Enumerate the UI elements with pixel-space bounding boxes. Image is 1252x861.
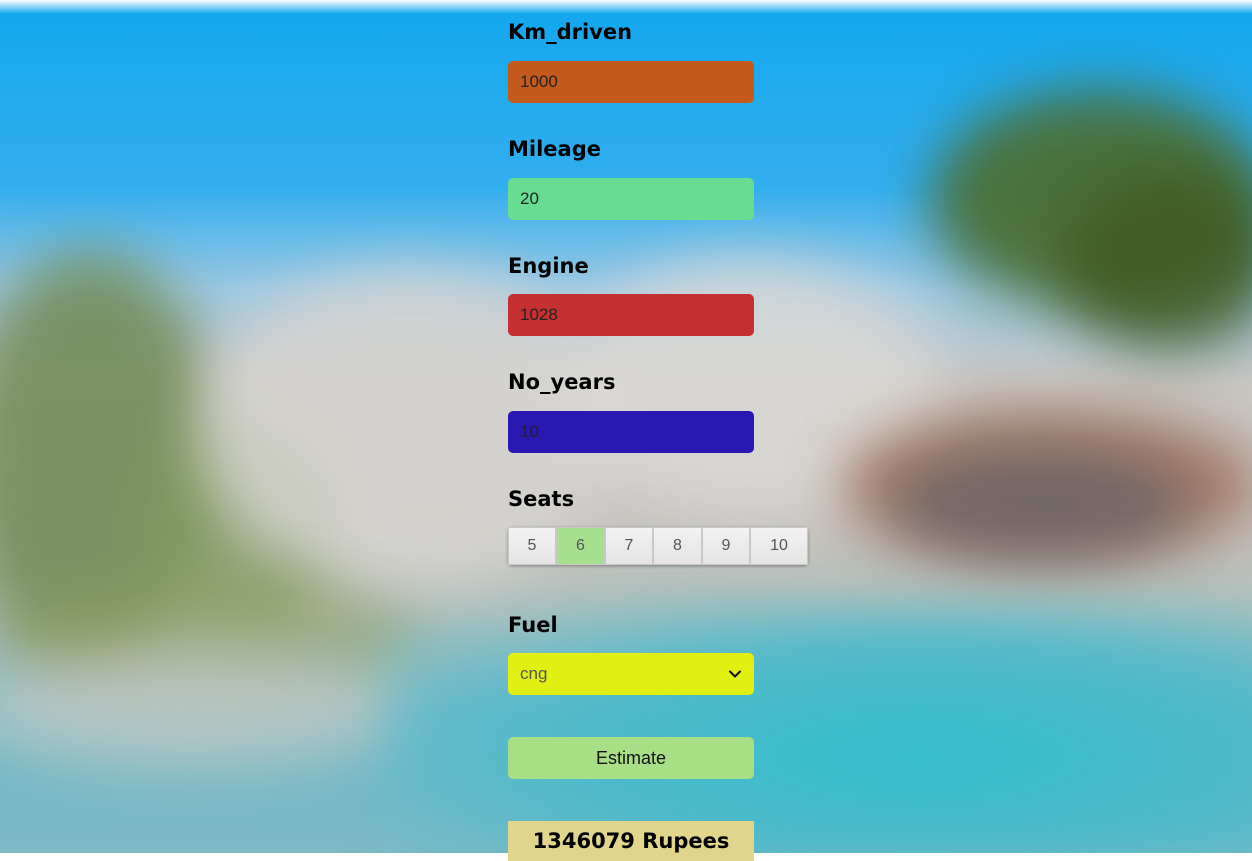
km-driven-label: Km_driven xyxy=(508,20,633,44)
seats-button-group: 5 6 7 8 9 10 xyxy=(508,527,808,565)
seat-option-6[interactable]: 6 xyxy=(556,527,605,565)
no-years-input[interactable] xyxy=(508,411,754,453)
engine-label: Engine xyxy=(508,254,589,278)
estimate-button[interactable]: Estimate xyxy=(508,737,754,779)
engine-input[interactable] xyxy=(508,294,754,336)
fuel-label: Fuel xyxy=(508,613,558,637)
seat-option-5[interactable]: 5 xyxy=(508,527,556,565)
mileage-label: Mileage xyxy=(508,137,601,161)
fuel-selected-value: cng xyxy=(520,664,548,683)
seat-option-8[interactable]: 8 xyxy=(653,527,702,565)
seat-option-9[interactable]: 9 xyxy=(702,527,750,565)
chevron-down-icon xyxy=(729,670,741,678)
mileage-input[interactable] xyxy=(508,178,754,220)
estimated-price-result: 1346079 Rupees xyxy=(508,821,754,861)
seats-label: Seats xyxy=(508,487,575,511)
km-driven-input[interactable] xyxy=(508,61,754,103)
seat-option-10[interactable]: 10 xyxy=(750,527,808,565)
no-years-label: No_years xyxy=(508,370,616,394)
seat-option-7[interactable]: 7 xyxy=(605,527,653,565)
fuel-select[interactable]: cng xyxy=(508,653,754,695)
